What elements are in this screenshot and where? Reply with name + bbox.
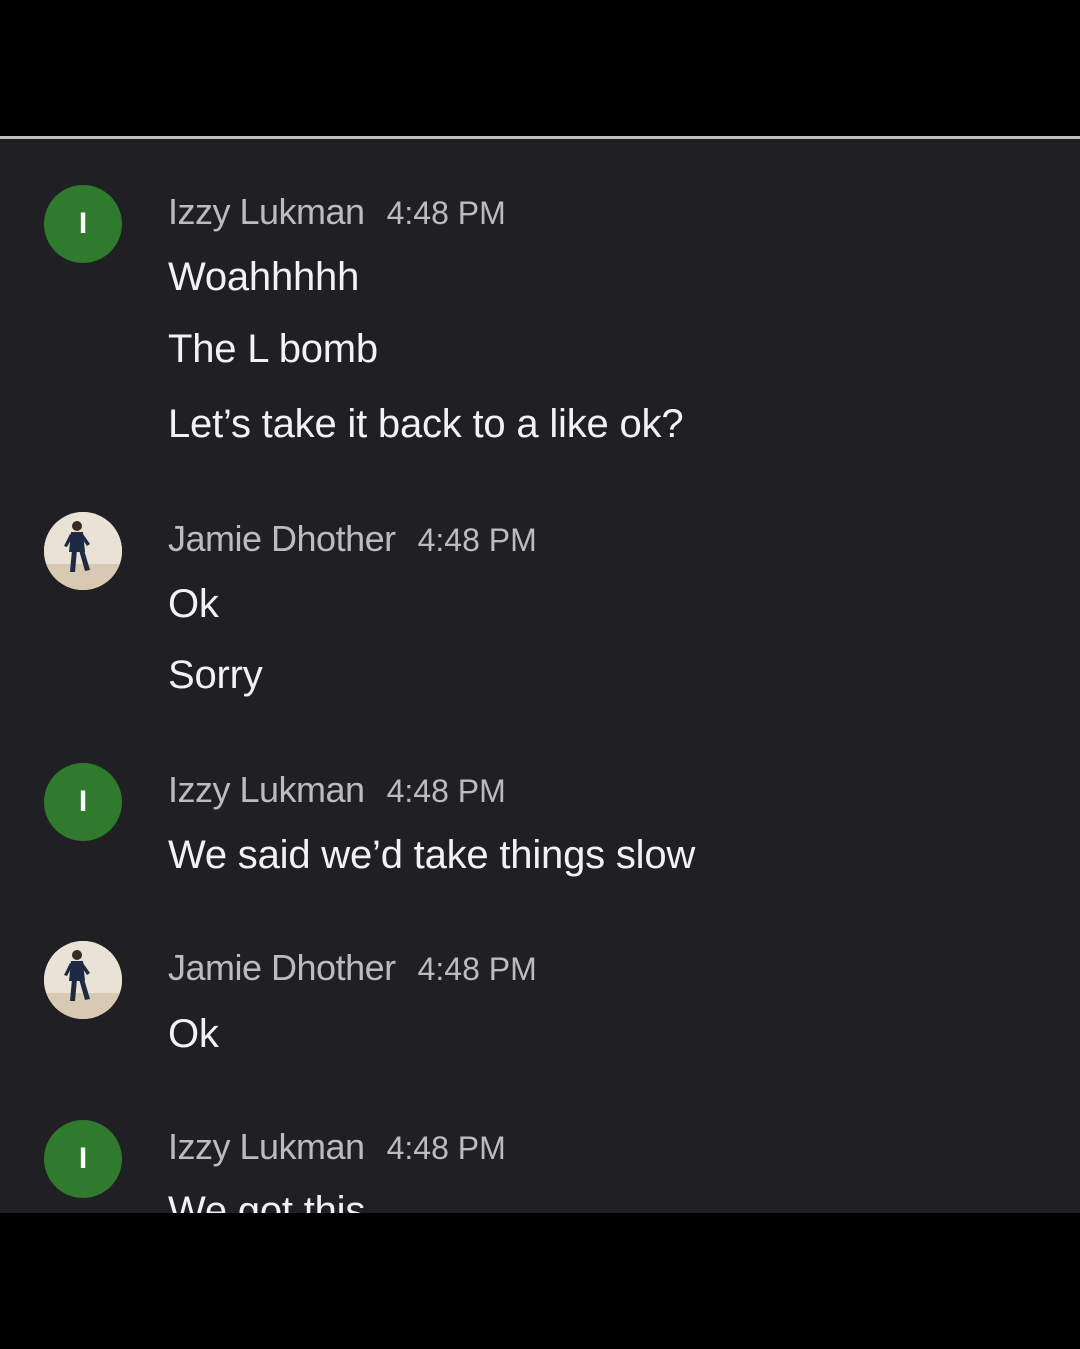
message-header: Izzy Lukman 4:48 PM [168,1126,506,1168]
message-time: 4:48 PM [386,773,506,809]
message-header: Jamie Dhother 4:48 PM [168,518,537,560]
chat-message-list[interactable]: I Izzy Lukman 4:48 PM Woahhhhh The L bomb… [0,139,1080,1213]
message-header: Izzy Lukman 4:48 PM [168,769,506,811]
top-letterbox [0,0,1080,136]
avatar-letter: I [78,785,88,818]
message-time: 4:48 PM [386,195,506,231]
sender-name[interactable]: Izzy Lukman [168,191,365,232]
avatar-izzy-lukman[interactable]: I [44,1120,122,1198]
screenshot-frame: I Izzy Lukman 4:48 PM Woahhhhh The L bomb… [0,0,1080,1349]
message-header: Izzy Lukman 4:48 PM [168,191,506,233]
avatar-izzy-lukman[interactable]: I [44,185,122,263]
sender-name[interactable]: Izzy Lukman [168,1126,365,1167]
avatar-letter: I [78,207,88,240]
message-time: 4:48 PM [417,522,537,558]
message-text[interactable]: The L bomb [168,327,378,372]
message-text[interactable]: Woahhhhh [168,255,359,300]
person-photo-avatar-icon[interactable] [44,941,122,1019]
avatar-izzy-lukman[interactable]: I [44,763,122,841]
message-text[interactable]: Sorry [168,653,263,698]
message-time: 4:48 PM [386,1130,506,1166]
message-text[interactable]: We said we’d take things slow [168,833,695,878]
message-text[interactable]: Ok [168,582,219,627]
message-text[interactable]: Ok [168,1012,219,1057]
sender-name[interactable]: Jamie Dhother [168,947,396,988]
message-text[interactable]: We got this [168,1189,365,1213]
avatar-photo-graphic [44,512,122,590]
message-text[interactable]: Let’s take it back to a like ok? [168,402,684,447]
bottom-letterbox [0,1213,1080,1349]
sender-name[interactable]: Izzy Lukman [168,769,365,810]
message-header: Jamie Dhother 4:48 PM [168,947,537,989]
avatar-photo-graphic [44,941,122,1019]
sender-name[interactable]: Jamie Dhother [168,518,396,559]
person-photo-avatar-icon[interactable] [44,512,122,590]
message-time: 4:48 PM [417,951,537,987]
avatar-letter: I [78,1142,88,1175]
